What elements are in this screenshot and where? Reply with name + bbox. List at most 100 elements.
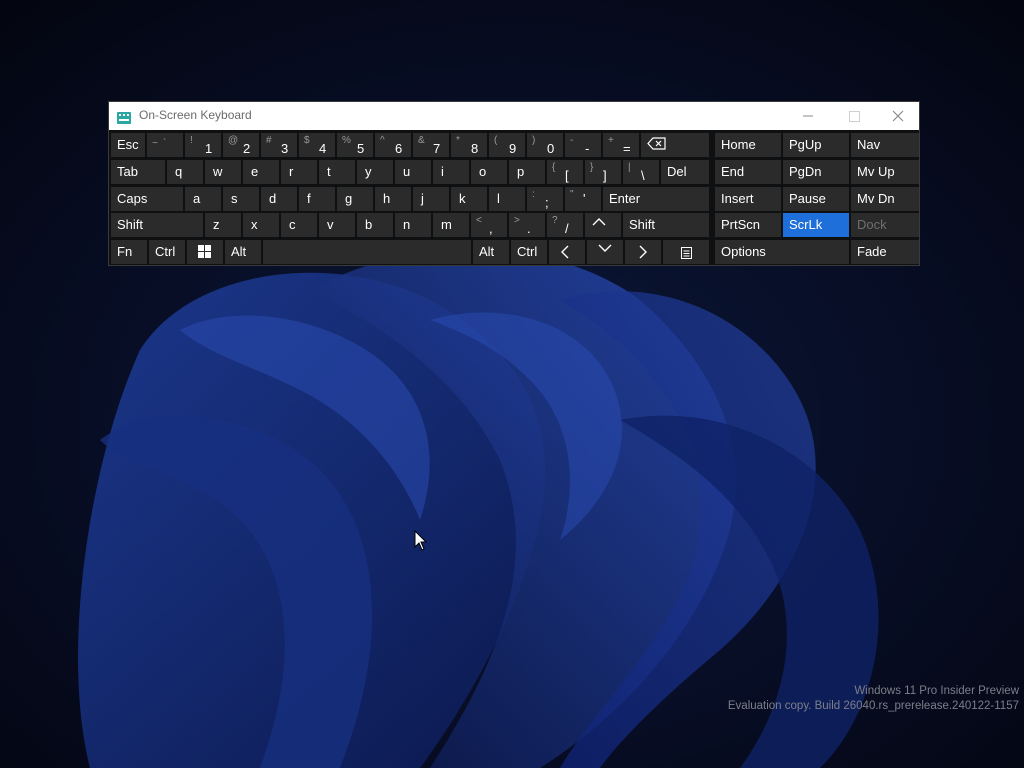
key-pgdn[interactable]: PgDn — [783, 160, 849, 184]
minimize-icon — [803, 115, 813, 117]
key-mv-up[interactable]: Mv Up — [851, 160, 919, 184]
key-period[interactable]: >. — [509, 213, 545, 237]
key-arrow-left[interactable] — [549, 240, 585, 264]
key-9[interactable]: (9 — [489, 133, 525, 157]
key-backslash[interactable]: | \ — [623, 160, 659, 184]
key-h[interactable]: h — [375, 187, 411, 211]
key-1[interactable]: ! 1 — [185, 133, 221, 157]
key-quote[interactable]: " ' — [565, 187, 601, 211]
key-6[interactable]: ^ 6 — [375, 133, 411, 157]
key-fade[interactable]: Fade — [851, 240, 919, 264]
key-x[interactable]: x — [243, 213, 279, 237]
key-2[interactable]: @2 — [223, 133, 259, 157]
menu-icon — [681, 247, 692, 259]
minimize-button[interactable] — [785, 102, 831, 130]
on-screen-keyboard-window: On-Screen Keyboard Esc ~ ` ! 1 @2 #3 $4 % 5… — [108, 101, 920, 266]
key-backtick[interactable]: ~ ` — [147, 133, 183, 157]
key-7[interactable]: & 7 — [413, 133, 449, 157]
key-enter[interactable]: Enter — [603, 187, 709, 211]
key-comma[interactable]: <, — [471, 213, 507, 237]
key-pgup[interactable]: PgUp — [783, 133, 849, 157]
title-bar[interactable]: On-Screen Keyboard — [109, 102, 919, 130]
key-5[interactable]: % 5 — [337, 133, 373, 157]
key-z[interactable]: z — [205, 213, 241, 237]
key-w[interactable]: w — [205, 160, 241, 184]
keyboard-app-icon — [117, 109, 131, 124]
key-home[interactable]: Home — [715, 133, 781, 157]
key-end[interactable]: End — [715, 160, 781, 184]
window-title: On-Screen Keyboard — [139, 108, 252, 122]
key-arrow-up[interactable] — [585, 213, 621, 237]
key-semicolon[interactable]: :; — [527, 187, 563, 211]
key-y[interactable]: y — [357, 160, 393, 184]
key-space[interactable] — [263, 240, 471, 264]
key-d[interactable]: d — [261, 187, 297, 211]
key-arrow-right[interactable] — [625, 240, 661, 264]
key-j[interactable]: j — [413, 187, 449, 211]
key-mv-dn[interactable]: Mv Dn — [851, 187, 919, 211]
key-e[interactable]: e — [243, 160, 279, 184]
key-c[interactable]: c — [281, 213, 317, 237]
key-s[interactable]: s — [223, 187, 259, 211]
key-menu[interactable] — [663, 240, 709, 264]
key-insert[interactable]: Insert — [715, 187, 781, 211]
key-backspace[interactable] — [641, 133, 709, 157]
chevron-down-icon — [598, 244, 612, 252]
key-left-bracket[interactable]: {[ — [547, 160, 583, 184]
maximize-button[interactable] — [831, 102, 877, 130]
key-alt-left[interactable]: Alt — [225, 240, 261, 264]
backspace-icon — [647, 137, 666, 150]
chevron-up-icon — [592, 218, 606, 226]
key-f[interactable]: f — [299, 187, 335, 211]
key-r[interactable]: r — [281, 160, 317, 184]
key-m[interactable]: m — [433, 213, 469, 237]
key-3[interactable]: #3 — [261, 133, 297, 157]
key-caps[interactable]: Caps — [111, 187, 183, 211]
key-options[interactable]: Options — [715, 240, 849, 264]
key-nav[interactable]: Nav — [851, 133, 919, 157]
chevron-right-icon — [639, 245, 647, 259]
key-i[interactable]: i — [433, 160, 469, 184]
key-equals[interactable]: + = — [603, 133, 639, 157]
chevron-left-icon — [561, 245, 569, 259]
key-del[interactable]: Del — [661, 160, 709, 184]
close-button[interactable] — [875, 102, 921, 130]
key-g[interactable]: g — [337, 187, 373, 211]
key-v[interactable]: v — [319, 213, 355, 237]
windows-logo-icon — [198, 245, 211, 258]
key-prtscn[interactable]: PrtScn — [715, 213, 781, 237]
key-slash[interactable]: ? / — [547, 213, 583, 237]
key-windows[interactable] — [187, 240, 223, 264]
key-l[interactable]: l — [489, 187, 525, 211]
key-ctrl-left[interactable]: Ctrl — [149, 240, 185, 264]
key-k[interactable]: k — [451, 187, 487, 211]
key-shift-left[interactable]: Shift — [111, 213, 203, 237]
key-b[interactable]: b — [357, 213, 393, 237]
key-pause[interactable]: Pause — [783, 187, 849, 211]
key-ctrl-right[interactable]: Ctrl — [511, 240, 547, 264]
key-shift-right[interactable]: Shift — [623, 213, 709, 237]
keyboard-area: Esc ~ ` ! 1 @2 #3 $4 % 5 ^ 6 & 7 * 8 (9 ) 0 -- … — [109, 130, 919, 265]
mouse-pointer-icon — [414, 529, 428, 556]
key-esc[interactable]: Esc — [111, 133, 145, 157]
key-fn[interactable]: Fn — [111, 240, 147, 264]
key-p[interactable]: p — [509, 160, 545, 184]
key-arrow-down[interactable] — [587, 240, 623, 264]
key-q[interactable]: q — [167, 160, 203, 184]
key-minus[interactable]: -- — [565, 133, 601, 157]
key-alt-right[interactable]: Alt — [473, 240, 509, 264]
key-0[interactable]: ) 0 — [527, 133, 563, 157]
key-tab[interactable]: Tab — [111, 160, 165, 184]
key-t[interactable]: t — [319, 160, 355, 184]
close-icon — [892, 110, 904, 122]
key-a[interactable]: a — [185, 187, 221, 211]
key-4[interactable]: $4 — [299, 133, 335, 157]
key-scrlk[interactable]: ScrLk — [783, 213, 849, 237]
evaluation-watermark: Windows 11 Pro Insider Preview Evaluatio… — [728, 684, 1019, 714]
key-u[interactable]: u — [395, 160, 431, 184]
key-right-bracket[interactable]: }] — [585, 160, 621, 184]
key-o[interactable]: o — [471, 160, 507, 184]
key-8[interactable]: * 8 — [451, 133, 487, 157]
key-n[interactable]: n — [395, 213, 431, 237]
key-dock[interactable]: Dock — [851, 213, 919, 237]
